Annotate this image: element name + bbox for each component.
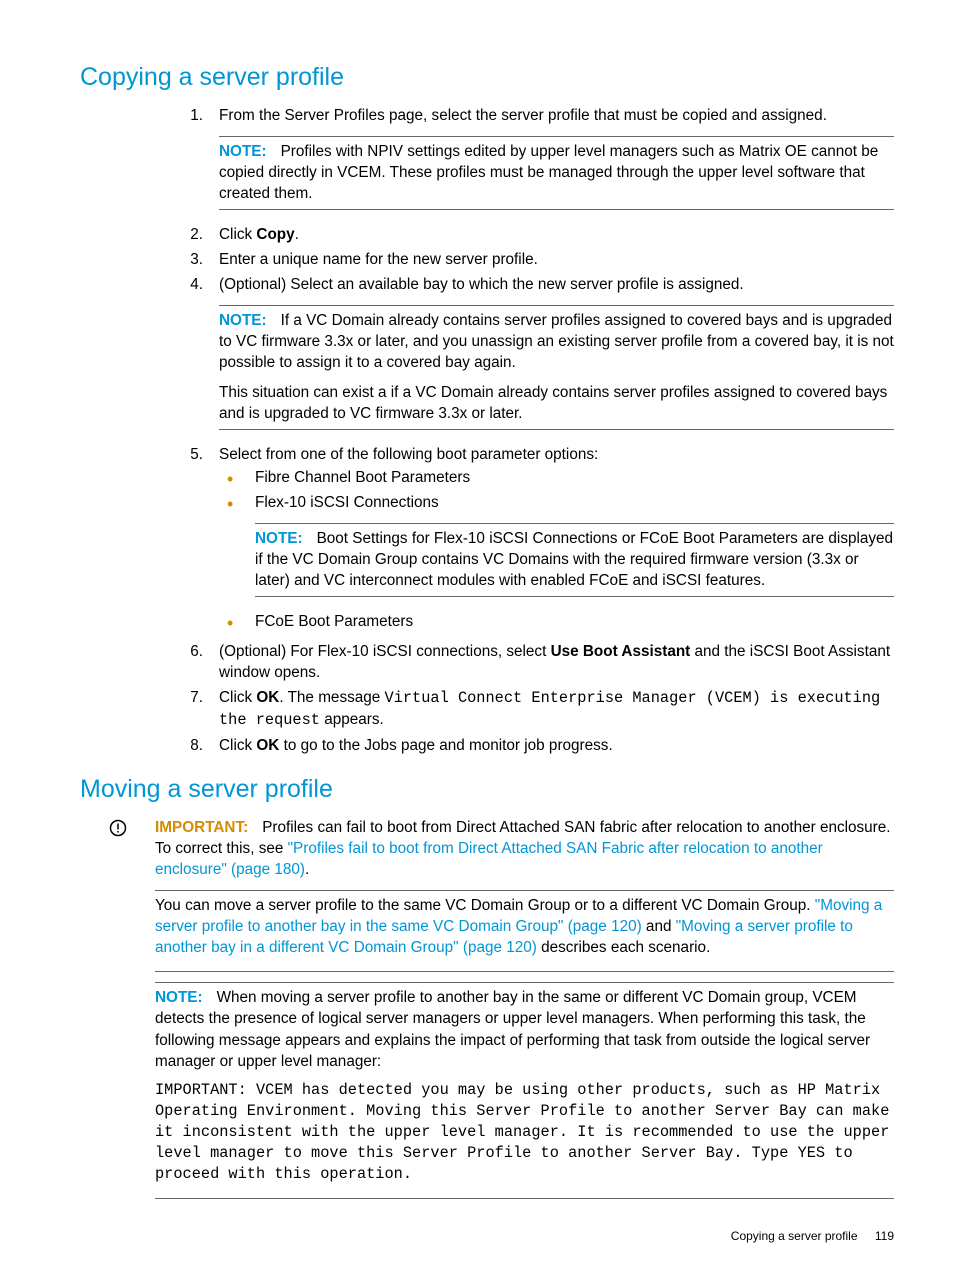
step-2-post: .: [295, 226, 299, 243]
step-number: 4.: [189, 274, 219, 440]
step-number: 2.: [189, 224, 219, 245]
note-text: When moving a server profile to another …: [155, 989, 870, 1069]
note-mono-text: IMPORTANT: VCEM has detected you may be …: [155, 1080, 894, 1186]
step-number: 7.: [189, 687, 219, 731]
note-block-3: NOTE:Boot Settings for Flex-10 iSCSI Con…: [255, 523, 894, 597]
step-4-text: (Optional) Select an available bay to wh…: [219, 276, 744, 293]
step-4: 4. (Optional) Select an available bay to…: [189, 274, 894, 440]
note-label: NOTE:: [219, 312, 281, 329]
page-footer: Copying a server profile 119: [731, 1228, 894, 1245]
step-number: 8.: [189, 735, 219, 756]
step-number: 5.: [189, 444, 219, 637]
step-7-bold: OK: [256, 689, 279, 706]
bullet-icon: •: [219, 492, 255, 607]
note-block-4: NOTE:When moving a server profile to ano…: [155, 982, 894, 1199]
section-heading-copying: Copying a server profile: [80, 60, 894, 95]
section1-content: 1. From the Server Profiles page, select…: [189, 105, 894, 757]
step-5: 5. Select from one of the following boot…: [189, 444, 894, 637]
step-number: 3.: [189, 249, 219, 270]
note-label: NOTE:: [155, 989, 217, 1006]
section-heading-moving: Moving a server profile: [80, 772, 894, 807]
important-block: IMPORTANT:Profiles can fail to boot from…: [109, 817, 894, 880]
step-6: 6. (Optional) For Flex-10 iSCSI connecti…: [189, 641, 894, 683]
note-block-1: NOTE:Profiles with NPIV settings edited …: [219, 136, 894, 210]
step-2-pre: Click: [219, 226, 256, 243]
step-8-pre: Click: [219, 737, 256, 754]
important-post: .: [305, 861, 309, 878]
step-7-post: appears.: [320, 711, 384, 728]
footer-page-number: 119: [861, 1229, 894, 1243]
section2-paragraphs: You can move a server profile to the sam…: [155, 890, 894, 1199]
bullet-fibre-channel: • Fibre Channel Boot Parameters: [219, 467, 894, 488]
step-3: 3. Enter a unique name for the new serve…: [189, 249, 894, 270]
important-label: IMPORTANT:: [155, 819, 262, 836]
step-8-bold: OK: [256, 737, 279, 754]
step-3-text: Enter a unique name for the new server p…: [219, 249, 894, 270]
para1-mid: and: [642, 918, 676, 935]
note-text-p1: If a VC Domain already contains server p…: [219, 312, 894, 371]
step-2-bold: Copy: [256, 226, 294, 243]
bullet-text: Fibre Channel Boot Parameters: [255, 467, 894, 488]
para1-post: describes each scenario.: [537, 939, 710, 956]
note-label: NOTE:: [219, 143, 281, 160]
important-icon: [109, 817, 155, 880]
bullet-fcoe: • FCoE Boot Parameters: [219, 611, 894, 632]
step-7-mid: . The message: [279, 689, 384, 706]
bullet-icon: •: [219, 611, 255, 632]
step-6-pre: (Optional) For Flex-10 iSCSI connections…: [219, 643, 551, 660]
step-1: 1. From the Server Profiles page, select…: [189, 105, 894, 220]
para-block-1: You can move a server profile to the sam…: [155, 890, 894, 972]
step-7: 7. Click OK. The message Virtual Connect…: [189, 687, 894, 731]
step-2: 2. Click Copy.: [189, 224, 894, 245]
note-label: NOTE:: [255, 530, 317, 547]
step-7-pre: Click: [219, 689, 256, 706]
bullet-text: FCoE Boot Parameters: [255, 611, 894, 632]
step-8: 8. Click OK to go to the Jobs page and m…: [189, 735, 894, 756]
footer-text: Copying a server profile: [731, 1229, 858, 1243]
note-text: Profiles with NPIV settings edited by up…: [219, 143, 878, 202]
step-5-text: Select from one of the following boot pa…: [219, 446, 598, 463]
step-8-post: to go to the Jobs page and monitor job p…: [279, 737, 612, 754]
note-text: Boot Settings for Flex-10 iSCSI Connecti…: [255, 530, 893, 589]
step-number: 1.: [189, 105, 219, 220]
note-text-p2: This situation can exist a if a VC Domai…: [219, 382, 894, 424]
step-1-text: From the Server Profiles page, select th…: [219, 107, 827, 124]
step-number: 6.: [189, 641, 219, 683]
bullet-flex10: • Flex-10 iSCSI Connections NOTE:Boot Se…: [219, 492, 894, 607]
para1-pre: You can move a server profile to the sam…: [155, 897, 815, 914]
bullet-text: Flex-10 iSCSI Connections: [255, 494, 439, 511]
step-6-bold: Use Boot Assistant: [551, 643, 691, 660]
note-block-2: NOTE:If a VC Domain already contains ser…: [219, 305, 894, 430]
bullet-icon: •: [219, 467, 255, 488]
